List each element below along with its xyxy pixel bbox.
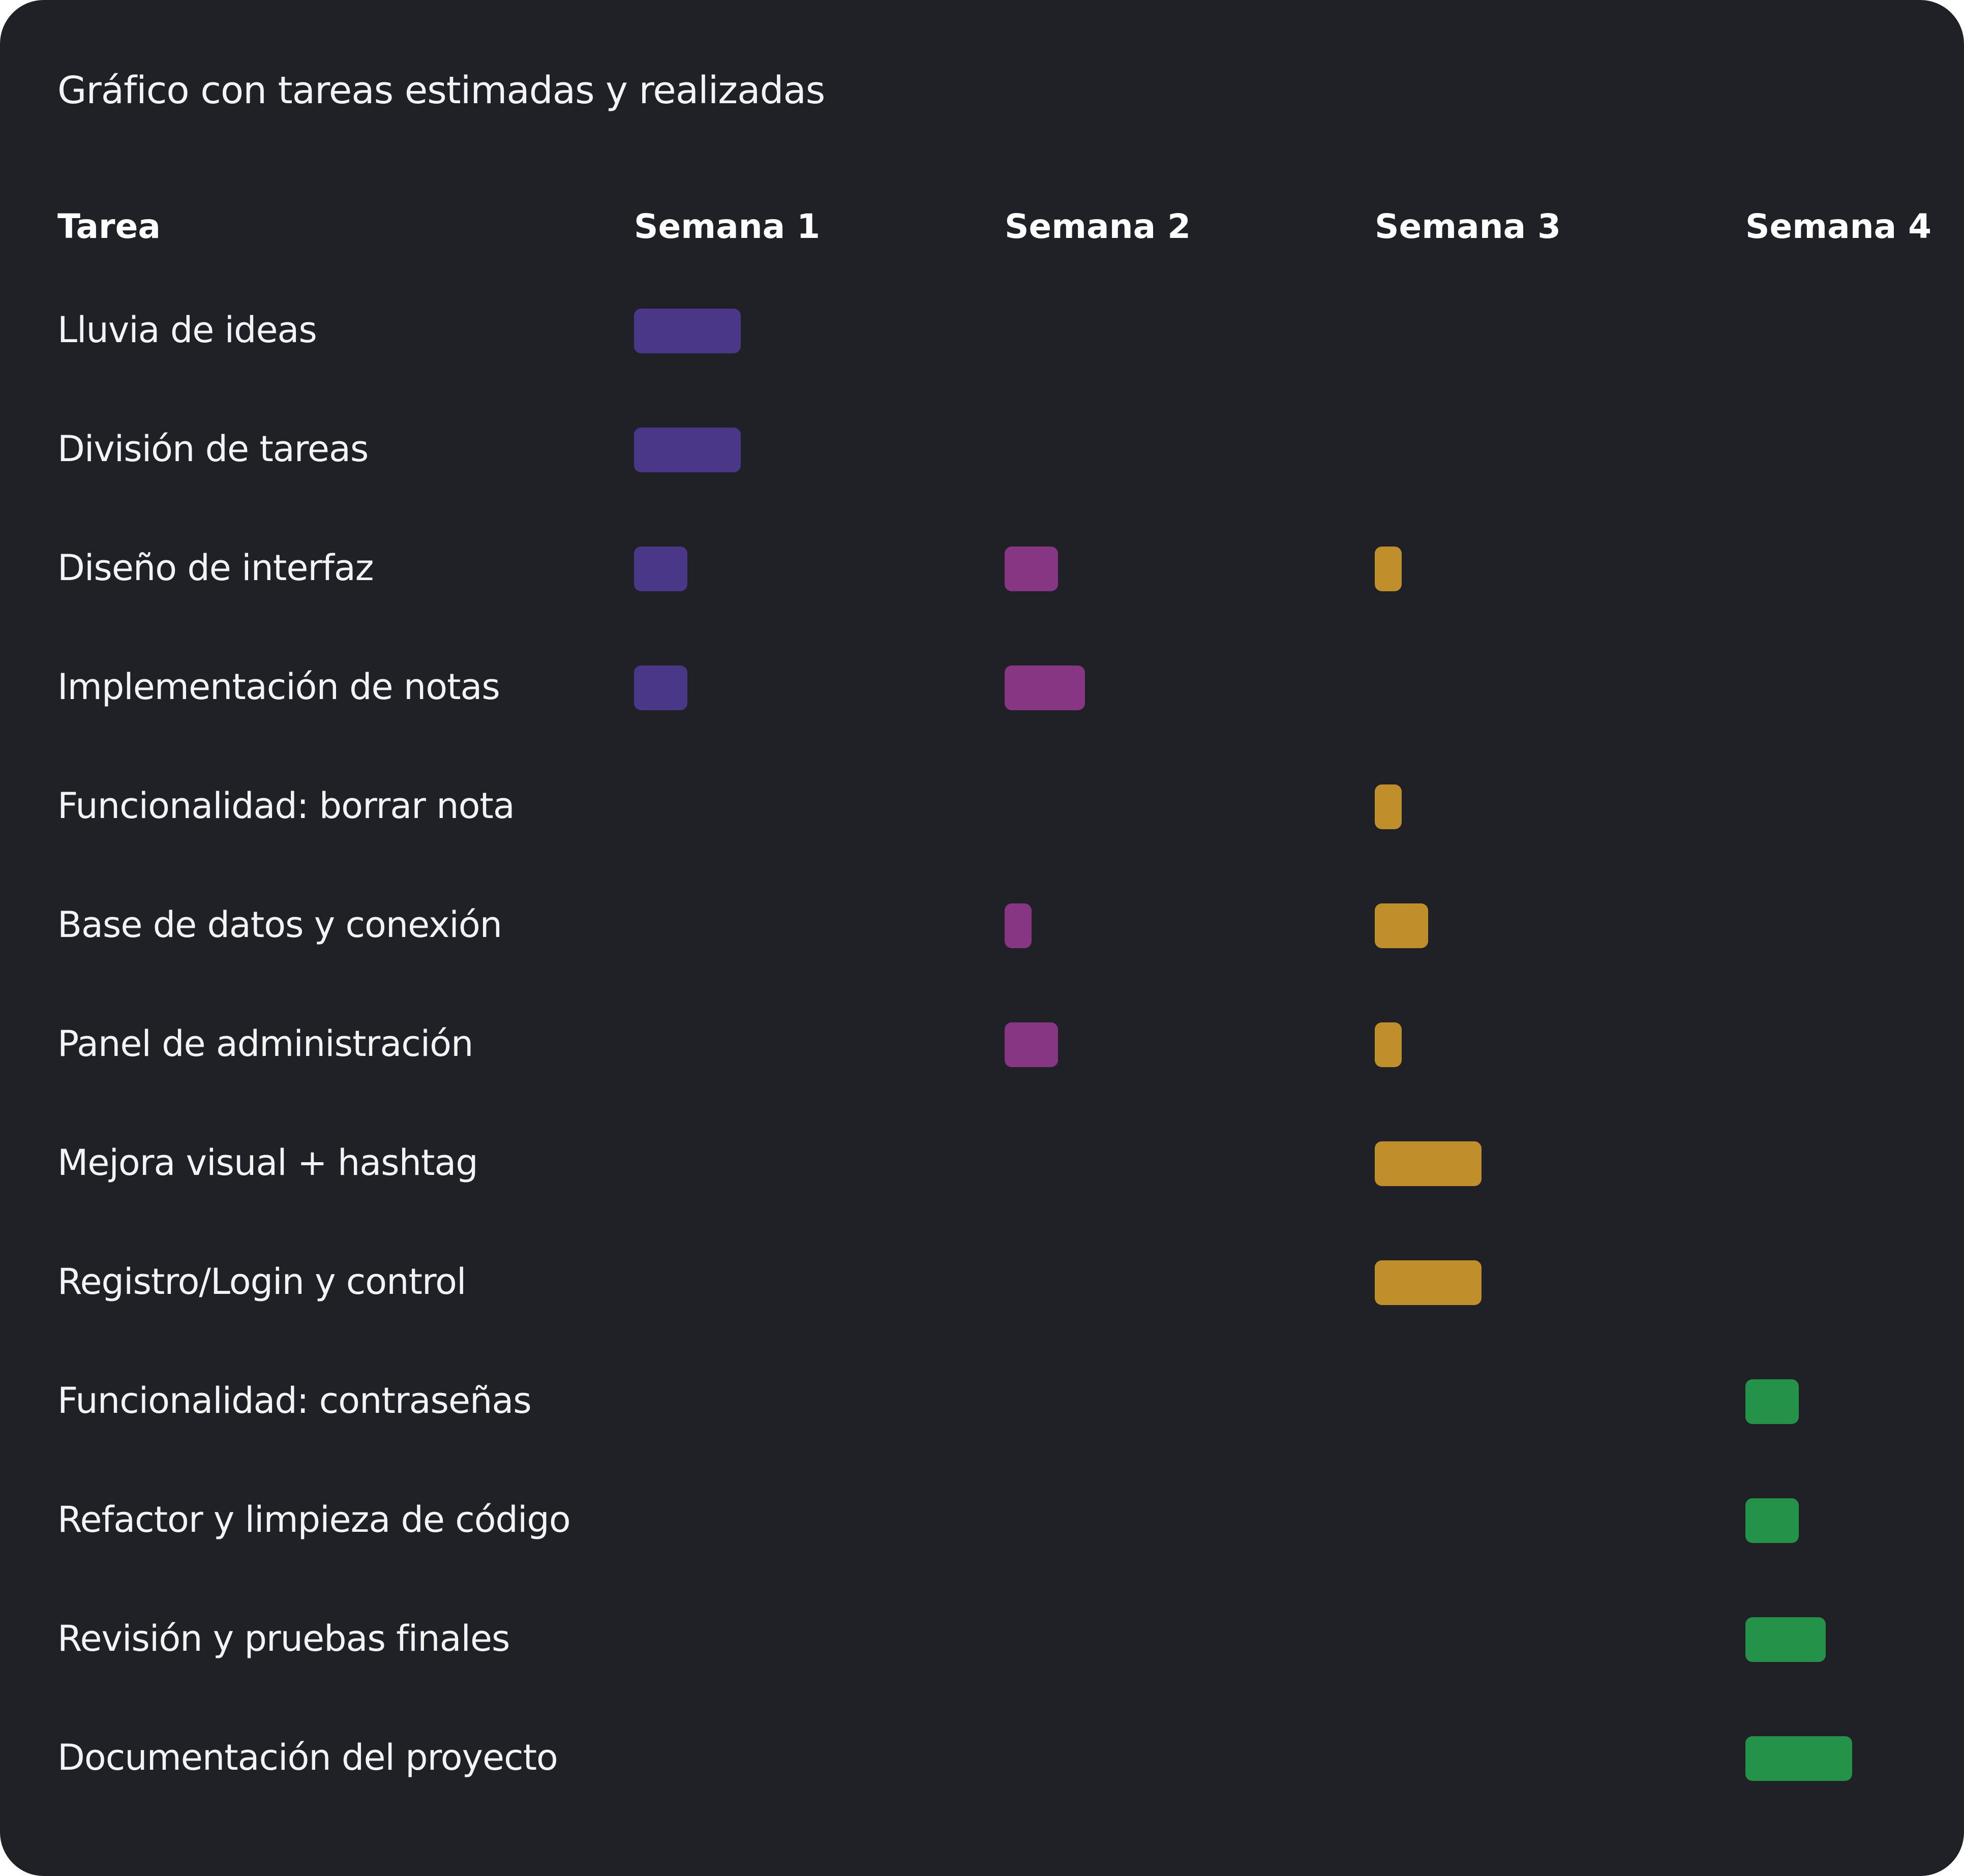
week-header-3: Semana 3 [1375,207,1561,246]
gantt-bar-week-4 [1745,1379,1799,1424]
task-label: Diseño de interfaz [57,547,374,589]
week-header-1: Semana 1 [634,207,821,246]
gantt-bar-week-1 [634,665,687,710]
chart-title: Gráfico con tareas estimadas y realizada… [57,69,825,112]
task-label: Funcionalidad: contraseñas [57,1380,532,1421]
task-label: Panel de administración [57,1023,473,1065]
week-header-2: Semana 2 [1005,207,1191,246]
task-label: Registro/Login y control [57,1261,466,1303]
chart-card: Gráfico con tareas estimadas y realizada… [0,0,1964,1876]
gantt-bar-week-3 [1375,1260,1482,1305]
gantt-bar-week-2 [1005,665,1085,710]
gantt-bar-week-3 [1375,1022,1402,1067]
task-label: Documentación del proyecto [57,1737,558,1778]
task-label: Refactor y limpieza de código [57,1499,571,1540]
gantt-bar-week-2 [1005,547,1058,591]
gantt-bar-week-4 [1745,1617,1826,1662]
gantt-bar-week-3 [1375,547,1402,591]
task-label: División de tareas [57,428,369,470]
gantt-bar-week-3 [1375,784,1402,829]
gantt-bar-week-4 [1745,1498,1799,1543]
gantt-bar-week-3 [1375,1141,1482,1186]
gantt-bar-week-1 [634,428,741,472]
task-label: Mejora visual + hashtag [57,1142,478,1184]
gantt-bar-week-1 [634,547,687,591]
task-label: Funcionalidad: borrar nota [57,785,515,827]
task-label: Implementación de notas [57,666,500,708]
task-label: Lluvia de ideas [57,309,317,351]
task-label: Revisión y pruebas finales [57,1618,510,1659]
gantt-bar-week-4 [1745,1736,1852,1781]
task-label: Base de datos y conexión [57,904,502,946]
gantt-bar-week-2 [1005,1022,1058,1067]
gantt-bar-week-3 [1375,903,1428,948]
task-column-header: Tarea [57,207,161,246]
gantt-bar-week-2 [1005,903,1032,948]
gantt-bar-week-1 [634,309,741,353]
week-header-4: Semana 4 [1745,207,1932,246]
